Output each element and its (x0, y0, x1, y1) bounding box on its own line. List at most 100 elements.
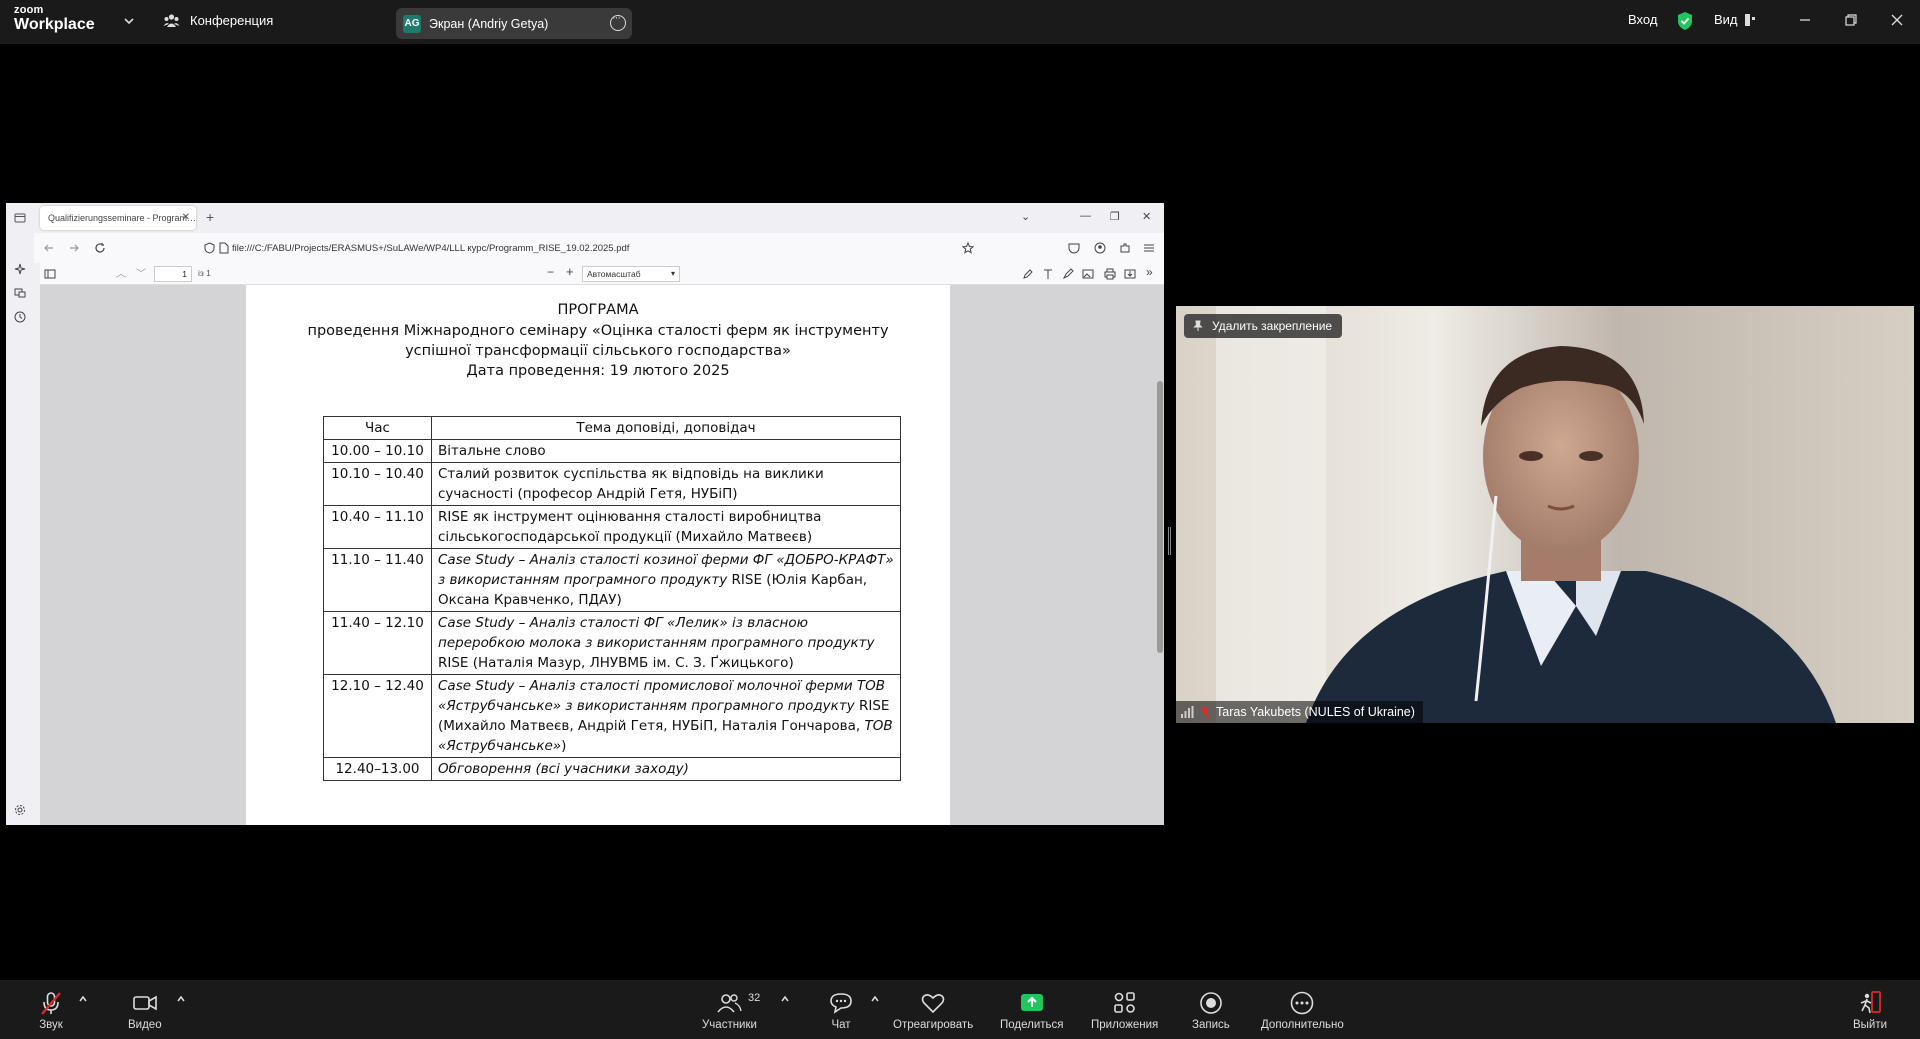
print-icon[interactable] (1104, 268, 1116, 280)
reload-icon[interactable] (94, 242, 106, 254)
history-clock-icon[interactable] (14, 311, 26, 323)
pdf-sidebar-toggle-icon[interactable] (44, 268, 56, 280)
record-button[interactable]: Запись (1192, 990, 1230, 1031)
highlight-pen-icon[interactable] (1022, 268, 1034, 280)
pdf-scrollbar[interactable] (1157, 381, 1163, 653)
row-topic-normal-2: ) (561, 738, 567, 754)
participant-video-image (1176, 306, 1914, 723)
forward-icon[interactable] (68, 242, 80, 254)
browser-sidebar (6, 233, 34, 825)
new-tab-icon[interactable]: + (206, 209, 214, 225)
menu-icon[interactable] (1143, 242, 1155, 254)
close-icon[interactable] (1889, 12, 1905, 28)
tab-close-icon[interactable]: ✕ (182, 212, 190, 223)
more-options-icon[interactable] (610, 12, 626, 31)
save-icon[interactable] (1124, 268, 1136, 280)
table-row: 10.00 – 10.10 Вітальне слово (323, 439, 901, 463)
share-screen-icon (1020, 994, 1043, 1011)
security-shield-icon[interactable] (1676, 11, 1694, 31)
participants-options-chevron-icon[interactable] (780, 994, 790, 1004)
pocket-icon[interactable] (1068, 242, 1080, 254)
synced-tabs-icon[interactable] (14, 287, 26, 299)
meeting-info-button[interactable]: Конференция (163, 12, 273, 29)
more-button[interactable]: Дополнительно (1261, 990, 1344, 1031)
doc-title: ПРОГРАМА (557, 302, 639, 318)
shared-screen: Qualifizierungsseminare - Program… ✕ + ⌄… (6, 203, 1164, 825)
text-tool-icon[interactable] (1042, 268, 1054, 280)
participant-name: Taras Yakubets (NULES of Ukraine) (1216, 705, 1415, 719)
video-button[interactable]: Видео (128, 990, 162, 1031)
screen-share-label: Экран (Andriy Getya) (429, 16, 549, 31)
chat-options-chevron-icon[interactable] (870, 994, 880, 1004)
leave-button[interactable]: Выйти (1853, 990, 1887, 1031)
pin-icon (1193, 320, 1203, 331)
share-button[interactable]: Поделиться (1000, 990, 1064, 1031)
sidebar-icon[interactable] (14, 212, 26, 224)
image-tool-icon[interactable] (1082, 268, 1094, 280)
back-icon[interactable] (43, 242, 55, 254)
screen-share-pill[interactable]: AG Экран (Andriy Getya) (396, 8, 632, 39)
page-number-input[interactable]: 1 (154, 266, 192, 282)
account-icon[interactable] (1094, 242, 1106, 254)
row-topic: RISE як інструмент оцінювання сталості в… (431, 505, 901, 549)
logo-big-text: Workplace (14, 16, 95, 33)
table-row: 12.10 – 12.40 Case Study – Аналіз сталос… (323, 674, 901, 758)
react-button[interactable]: Отреагировать (893, 990, 973, 1031)
zoom-select[interactable]: Автомасштаб ▾ (582, 266, 680, 282)
browser-minimize-icon[interactable]: — (1080, 210, 1091, 222)
more-tools-icon[interactable]: » (1146, 265, 1153, 279)
page-count: із 1 (198, 268, 211, 278)
zoom-bottom-toolbar: Звук Видео Участники 32 Чат Отреагироват… (0, 980, 1920, 1039)
doc-subtitle-line2: успішної трансформації сільського господ… (405, 343, 791, 359)
table-row: 11.10 – 11.40 Case Study – Аналіз сталос… (323, 548, 901, 612)
row-time: 12.40–13.00 (323, 757, 432, 781)
view-layout-icon[interactable] (1744, 13, 1756, 27)
zoom-in-icon[interactable]: + (566, 264, 574, 279)
zoom-logo: zoom Workplace (14, 5, 95, 33)
browser-restore-icon[interactable]: ❐ (1110, 210, 1120, 223)
tab-list-icon[interactable]: ⌄ (1021, 210, 1030, 223)
url-bar[interactable]: file:///C:/FABU/Projects/ERASMUS+/SuLAWe… (198, 237, 978, 259)
meeting-label: Конференция (190, 13, 274, 28)
header-time: Час (323, 416, 432, 440)
table-row: 10.10 – 10.40 Сталий розвиток суспільств… (323, 462, 901, 506)
sidebar-settings-gear-icon[interactable] (14, 804, 26, 816)
apps-button[interactable]: Приложения (1091, 990, 1158, 1031)
participant-video-tile[interactable]: Удалить закрепление Taras Yakubets (NULE… (1176, 306, 1914, 723)
logo-small-text: zoom (14, 4, 44, 16)
draw-tool-icon[interactable] (1062, 268, 1074, 280)
bookmark-star-icon[interactable] (962, 242, 974, 254)
minimize-icon[interactable] (1797, 12, 1813, 28)
next-page-icon[interactable]: ﹀ (136, 265, 146, 280)
leave-icon (1860, 991, 1881, 1014)
shield-outline-icon[interactable] (204, 242, 215, 254)
muted-mic-icon (1200, 706, 1210, 718)
program-table: Час Тема доповіді, доповідач 10.00 – 10.… (323, 416, 901, 781)
video-options-chevron-icon[interactable] (176, 994, 186, 1004)
row-time: 11.40 – 12.10 (323, 611, 432, 675)
doc-date-line: Дата проведення: 19 лютого 2025 (466, 363, 730, 379)
audio-button[interactable]: Звук (38, 990, 64, 1031)
ai-sparkle-icon[interactable] (14, 263, 26, 275)
extensions-icon[interactable] (1119, 242, 1131, 254)
audio-options-chevron-icon[interactable] (78, 994, 88, 1004)
chat-button[interactable]: Чат (828, 990, 854, 1031)
video-camera-icon (132, 995, 157, 1011)
microphone-muted-icon (41, 992, 61, 1015)
row-time: 10.00 – 10.10 (323, 439, 432, 463)
pdf-viewer: ПРОГРАМА проведення Міжнародного семінар… (40, 285, 1164, 825)
browser-close-icon[interactable]: ✕ (1142, 210, 1151, 223)
tab-title: Qualifizierungsseminare - Program… (48, 213, 196, 223)
audio-label: Звук (39, 1019, 63, 1031)
browser-tab[interactable]: Qualifizierungsseminare - Program… ✕ (40, 206, 196, 230)
view-button[interactable]: Вид (1714, 12, 1738, 27)
row-topic-normal: RISE (Наталія Мазур, ЛНУВМБ ім. С. З. Ґж… (438, 655, 794, 671)
split-resize-handle[interactable] (1168, 527, 1171, 555)
restore-icon[interactable] (1843, 12, 1859, 28)
unpin-label: Удалить закрепление (1212, 319, 1333, 333)
chevron-down-icon[interactable] (122, 14, 136, 28)
signin-button[interactable]: Вход (1628, 12, 1657, 27)
unpin-button[interactable]: Удалить закрепление (1184, 314, 1343, 338)
prev-page-icon[interactable]: ︿ (116, 265, 126, 280)
zoom-out-icon[interactable]: − (547, 265, 554, 279)
